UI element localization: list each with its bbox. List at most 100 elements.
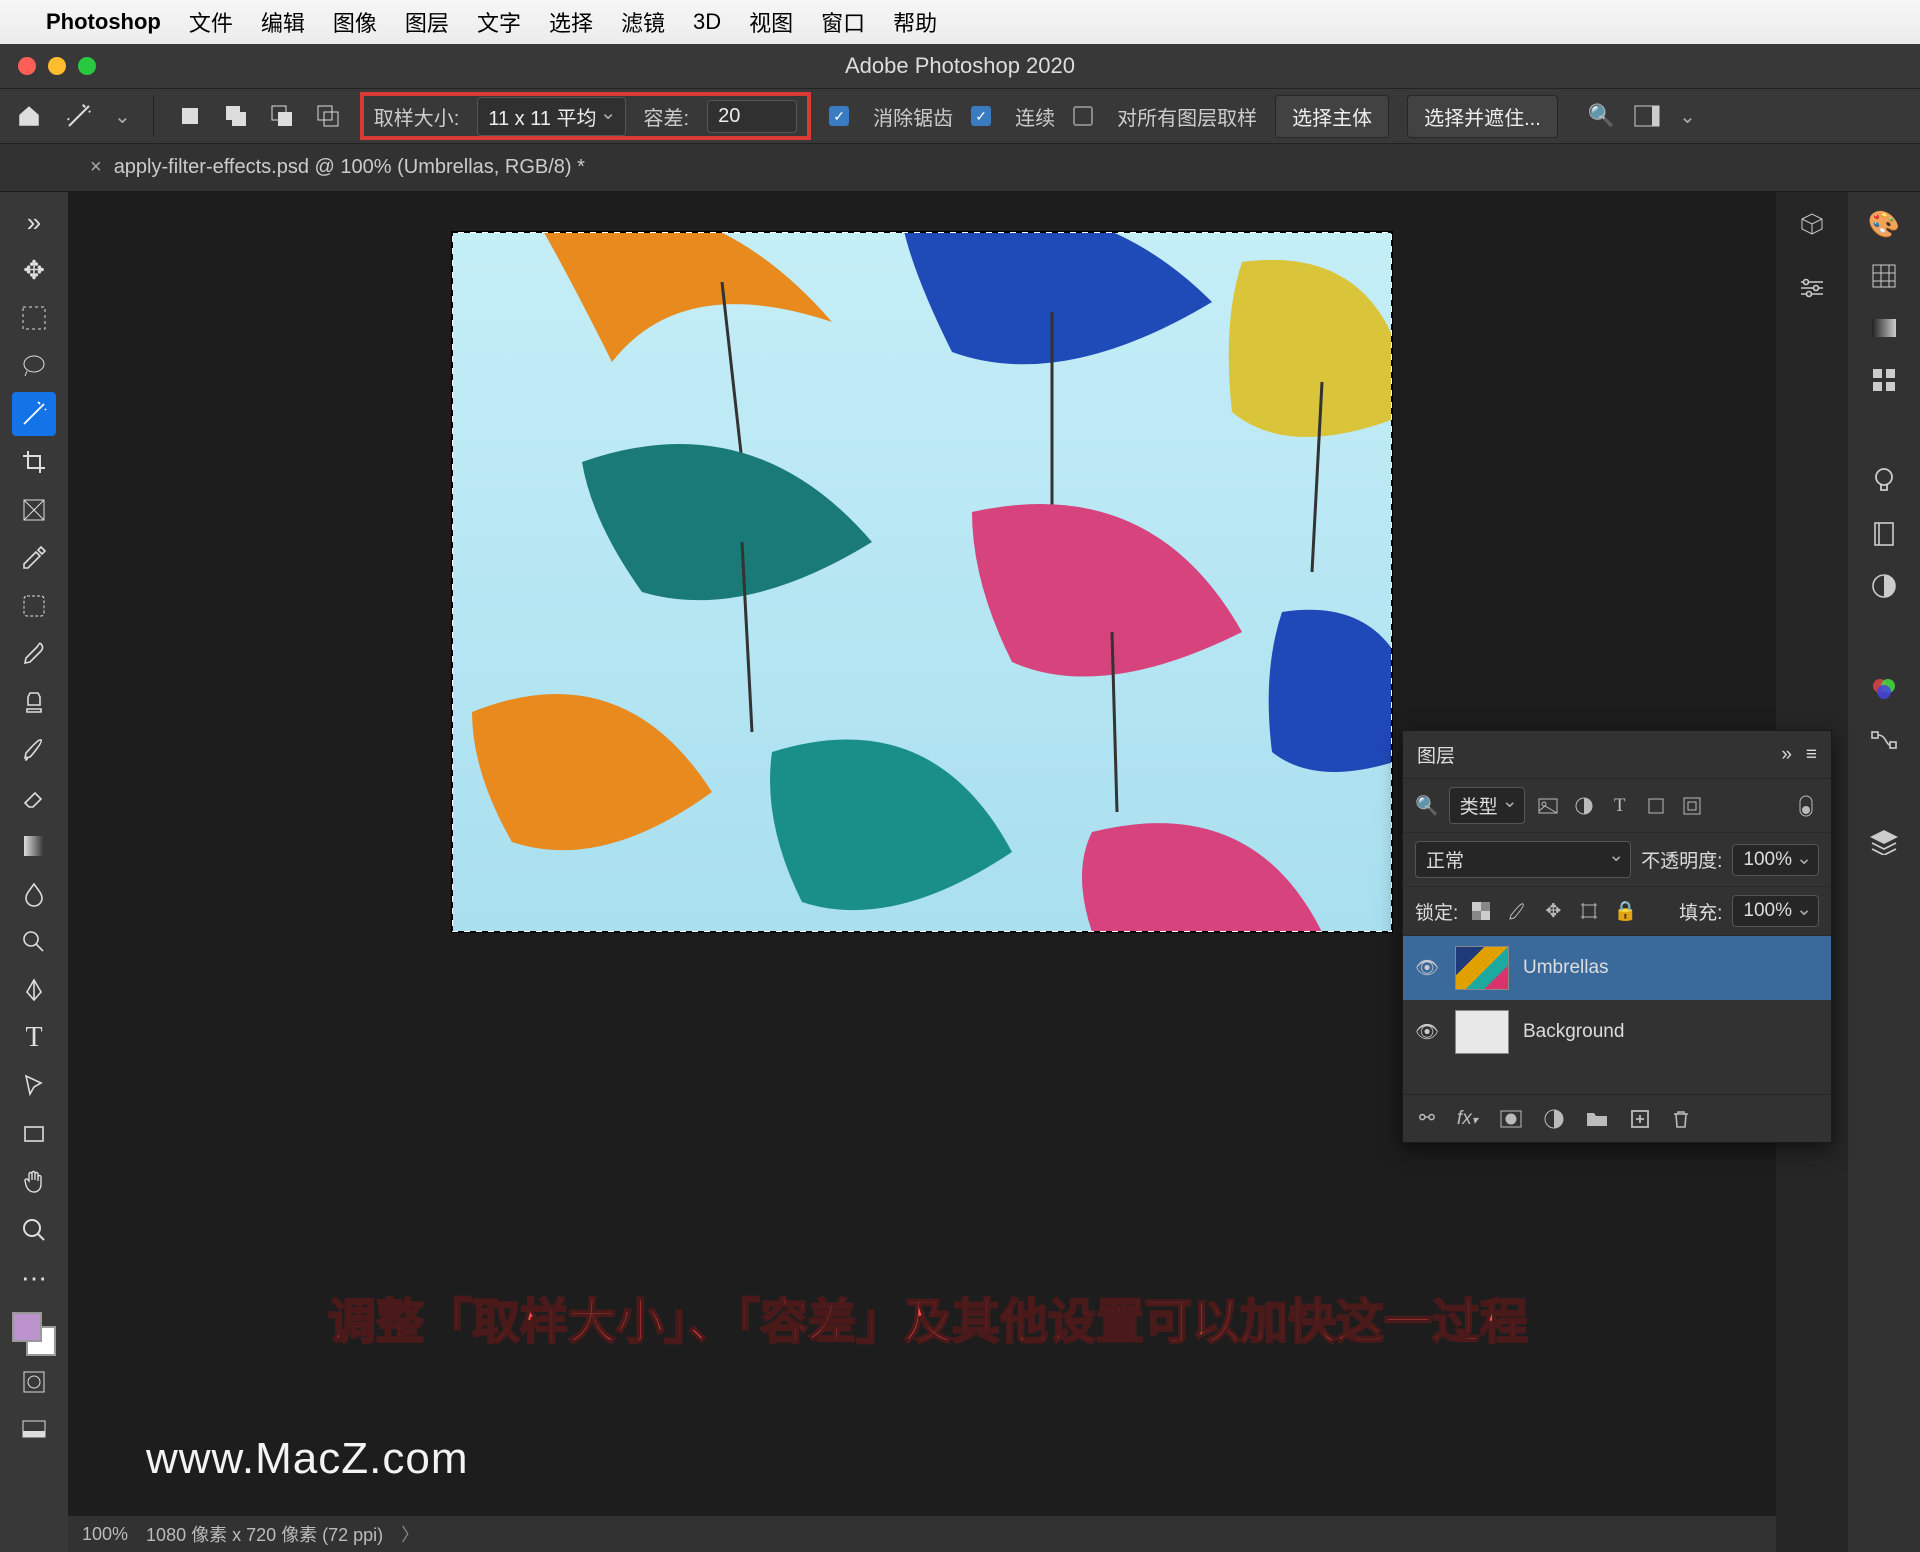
document-canvas[interactable]	[452, 232, 1392, 932]
menu-window[interactable]: 窗口	[821, 6, 865, 38]
crop-tool[interactable]	[12, 440, 56, 484]
layer-item[interactable]: 👁 Umbrellas	[1403, 936, 1831, 1000]
app-menu[interactable]: Photoshop	[46, 9, 161, 35]
opacity-input[interactable]: 100%	[1732, 844, 1819, 876]
home-icon[interactable]	[14, 103, 44, 129]
lock-position-icon[interactable]: ✥	[1540, 898, 1566, 924]
hand-tool[interactable]	[12, 1160, 56, 1204]
layer-effects-icon[interactable]: fx▾	[1457, 1108, 1478, 1130]
brush-tool[interactable]	[12, 632, 56, 676]
pen-tool[interactable]	[12, 968, 56, 1012]
color-swatch[interactable]	[12, 1312, 56, 1356]
delete-layer-icon[interactable]	[1672, 1109, 1690, 1129]
selection-intersect-icon[interactable]	[314, 102, 342, 130]
layer-thumbnail[interactable]	[1455, 946, 1509, 990]
layers-panel-icon[interactable]	[1868, 826, 1900, 858]
history-brush-tool[interactable]	[12, 728, 56, 772]
edit-toolbar-icon[interactable]: ⋯	[12, 1256, 56, 1300]
select-and-mask-button[interactable]: 选择并遮住...	[1407, 95, 1558, 138]
patterns-panel-icon[interactable]	[1868, 364, 1900, 396]
filter-shape-icon[interactable]	[1643, 793, 1669, 819]
macos-menubar[interactable]: Photoshop 文件 编辑 图像 图层 文字 选择 滤镜 3D 视图 窗口 …	[0, 0, 1920, 44]
healing-brush-tool[interactable]	[12, 584, 56, 628]
libraries-panel-icon[interactable]	[1868, 518, 1900, 550]
magic-wand-tool-icon[interactable]	[62, 101, 96, 131]
gradients-panel-icon[interactable]	[1868, 312, 1900, 344]
menu-view[interactable]: 视图	[749, 6, 793, 38]
workspace-switcher-icon[interactable]	[1633, 102, 1661, 130]
visibility-toggle[interactable]: 👁	[1415, 956, 1441, 980]
clone-stamp-tool[interactable]	[12, 680, 56, 724]
gradient-tool[interactable]	[12, 824, 56, 868]
layer-name[interactable]: Umbrellas	[1523, 957, 1609, 979]
filter-pixel-icon[interactable]	[1535, 793, 1561, 819]
selection-subtract-icon[interactable]	[268, 102, 296, 130]
eyedropper-tool[interactable]	[12, 536, 56, 580]
filter-type-icon[interactable]: T	[1607, 793, 1633, 819]
marquee-tool[interactable]	[12, 296, 56, 340]
menu-3d[interactable]: 3D	[693, 9, 721, 35]
lock-artboard-icon[interactable]	[1576, 898, 1602, 924]
link-layers-icon[interactable]: ⚯	[1419, 1107, 1435, 1130]
swatches-panel-icon[interactable]	[1868, 260, 1900, 292]
menu-image[interactable]: 图像	[333, 6, 377, 38]
layers-panel[interactable]: 图层 »≡ 🔍 类型 T 正常 不透明度: 100% 锁定: ✥ 🔒 填充: 1…	[1402, 730, 1832, 1143]
fill-input[interactable]: 100%	[1732, 895, 1819, 927]
panel-collapse-icon[interactable]: »	[1781, 744, 1792, 765]
lasso-tool[interactable]	[12, 344, 56, 388]
panel-icon-3d[interactable]	[1796, 208, 1828, 240]
dodge-tool[interactable]	[12, 920, 56, 964]
menu-file[interactable]: 文件	[189, 6, 233, 38]
selection-add-icon[interactable]	[222, 102, 250, 130]
contiguous-checkbox[interactable]	[971, 106, 991, 126]
filter-toggle[interactable]	[1793, 793, 1819, 819]
adjustments-panel-icon[interactable]	[1868, 570, 1900, 602]
paths-panel-icon[interactable]	[1868, 724, 1900, 756]
menu-help[interactable]: 帮助	[893, 6, 937, 38]
lock-all-icon[interactable]: 🔒	[1612, 898, 1638, 924]
chevron-down-icon[interactable]: ⌄	[1679, 104, 1696, 129]
new-group-icon[interactable]	[1586, 1110, 1608, 1128]
quick-mask-toggle[interactable]	[12, 1360, 56, 1404]
selection-new-icon[interactable]	[176, 102, 204, 130]
add-mask-icon[interactable]	[1500, 1110, 1522, 1128]
channels-panel-icon[interactable]	[1868, 672, 1900, 704]
tolerance-input[interactable]: 20	[707, 100, 797, 133]
minimize-window-button[interactable]	[48, 57, 66, 75]
frame-tool[interactable]	[12, 488, 56, 532]
new-adjustment-layer-icon[interactable]	[1544, 1109, 1564, 1129]
eraser-tool[interactable]	[12, 776, 56, 820]
sample-all-layers-checkbox[interactable]	[1073, 106, 1093, 126]
magic-wand-tool[interactable]	[12, 392, 56, 436]
tab-close-icon[interactable]: ×	[90, 156, 102, 179]
layer-item[interactable]: 👁 Background	[1403, 1000, 1831, 1064]
layer-thumbnail[interactable]	[1455, 1010, 1509, 1054]
panel-menu-icon[interactable]: ≡	[1806, 744, 1817, 765]
sample-size-dropdown[interactable]: 11 x 11 平均	[477, 97, 625, 136]
menu-edit[interactable]: 编辑	[261, 6, 305, 38]
document-tab[interactable]: apply-filter-effects.psd @ 100% (Umbrell…	[114, 156, 585, 179]
screen-mode-toggle[interactable]	[12, 1408, 56, 1452]
new-layer-icon[interactable]	[1630, 1109, 1650, 1129]
blend-mode-dropdown[interactable]: 正常	[1415, 841, 1631, 878]
lock-transparency-icon[interactable]	[1468, 898, 1494, 924]
layer-name[interactable]: Background	[1523, 1021, 1624, 1043]
close-window-button[interactable]	[18, 57, 36, 75]
rectangle-tool[interactable]	[12, 1112, 56, 1156]
menu-layer[interactable]: 图层	[405, 6, 449, 38]
learn-panel-icon[interactable]	[1868, 466, 1900, 498]
zoom-window-button[interactable]	[78, 57, 96, 75]
menu-type[interactable]: 文字	[477, 6, 521, 38]
chevron-down-icon[interactable]: ⌄	[114, 104, 131, 129]
lock-pixels-icon[interactable]	[1504, 898, 1530, 924]
foreground-color[interactable]	[12, 1312, 42, 1342]
layer-filter-dropdown[interactable]: 类型	[1449, 787, 1525, 824]
collapse-toolbar-icon[interactable]: »	[12, 200, 56, 244]
menu-select[interactable]: 选择	[549, 6, 593, 38]
menu-filter[interactable]: 滤镜	[621, 6, 665, 38]
zoom-tool[interactable]	[12, 1208, 56, 1252]
panel-icon-properties[interactable]	[1796, 272, 1828, 304]
color-panel-icon[interactable]: 🎨	[1868, 208, 1900, 240]
status-zoom[interactable]: 100%	[82, 1524, 128, 1545]
filter-adjustment-icon[interactable]	[1571, 793, 1597, 819]
